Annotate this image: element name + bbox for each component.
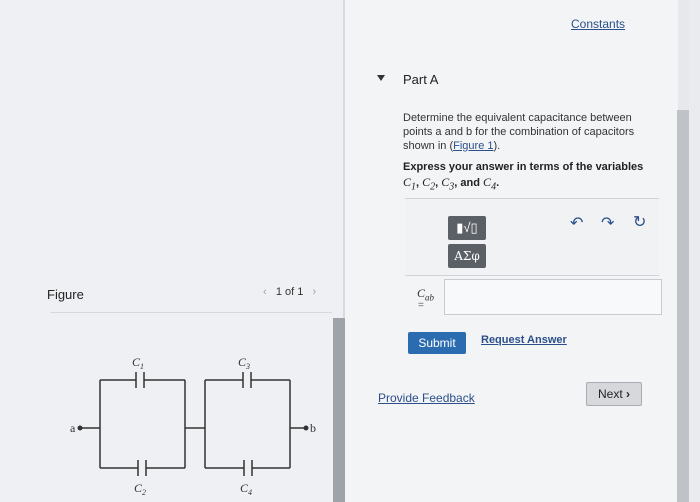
provide-feedback-link[interactable]: Provide Feedback: [378, 391, 475, 405]
label-a: a: [70, 421, 76, 435]
label-c1: C1: [132, 355, 144, 371]
terminal-b: [303, 425, 309, 431]
question-prompt: Determine the equivalent capacitance bet…: [403, 111, 643, 153]
label-c3: C3: [238, 355, 250, 371]
templates-button[interactable]: ▮√▯: [448, 216, 486, 240]
part-title: Part A: [403, 72, 439, 87]
express-text: Express your answer in terms of the vari…: [403, 161, 644, 173]
figure-scrollbar[interactable]: [333, 318, 345, 502]
prev-figure-icon[interactable]: ‹: [263, 286, 267, 298]
figure-separator: [50, 312, 332, 313]
label-c2: C2: [134, 481, 146, 497]
constants-link[interactable]: Constants: [571, 17, 625, 31]
label-b: b: [310, 421, 316, 435]
next-button[interactable]: Next ›: [586, 382, 642, 406]
var-c1: C1: [403, 175, 417, 193]
redo-icon[interactable]: ↷: [601, 213, 614, 233]
label-c4: C4: [240, 481, 252, 497]
figure-page-count: 1 of 1: [275, 286, 304, 298]
var-c3: C3: [441, 175, 455, 193]
figure-link[interactable]: Figure 1: [453, 140, 493, 152]
page-scrollbar[interactable]: [677, 110, 689, 502]
figure-pager: ‹ 1 of 1 ›: [263, 286, 316, 298]
math-toolbar: [405, 198, 659, 276]
page-scroll-track: [689, 0, 700, 502]
undo-icon[interactable]: ↶: [570, 213, 583, 233]
prompt-text: Determine the equivalent capacitance bet…: [403, 112, 635, 152]
chevron-right-icon: ›: [626, 387, 631, 401]
request-answer-link[interactable]: Request Answer: [481, 334, 567, 346]
next-figure-icon[interactable]: ›: [313, 286, 317, 298]
symbols-button[interactable]: ΑΣφ: [448, 244, 486, 268]
var-c4: C4: [483, 175, 497, 193]
submit-button[interactable]: Submit: [408, 332, 466, 354]
answer-instructions: Express your answer in terms of the vari…: [403, 161, 644, 193]
answer-input[interactable]: [444, 279, 662, 315]
and-text: and: [460, 177, 480, 189]
prompt-end: ).: [493, 140, 501, 152]
terminal-a: [77, 425, 83, 431]
var-c2: C2: [422, 175, 436, 193]
reset-icon[interactable]: ↻: [633, 212, 646, 232]
figure-title: Figure: [47, 287, 84, 302]
equals-sign: =: [418, 300, 424, 311]
collapse-caret-icon[interactable]: [377, 75, 385, 81]
capacitor-circuit: a b C1 C2 C3 C4: [70, 355, 316, 497]
